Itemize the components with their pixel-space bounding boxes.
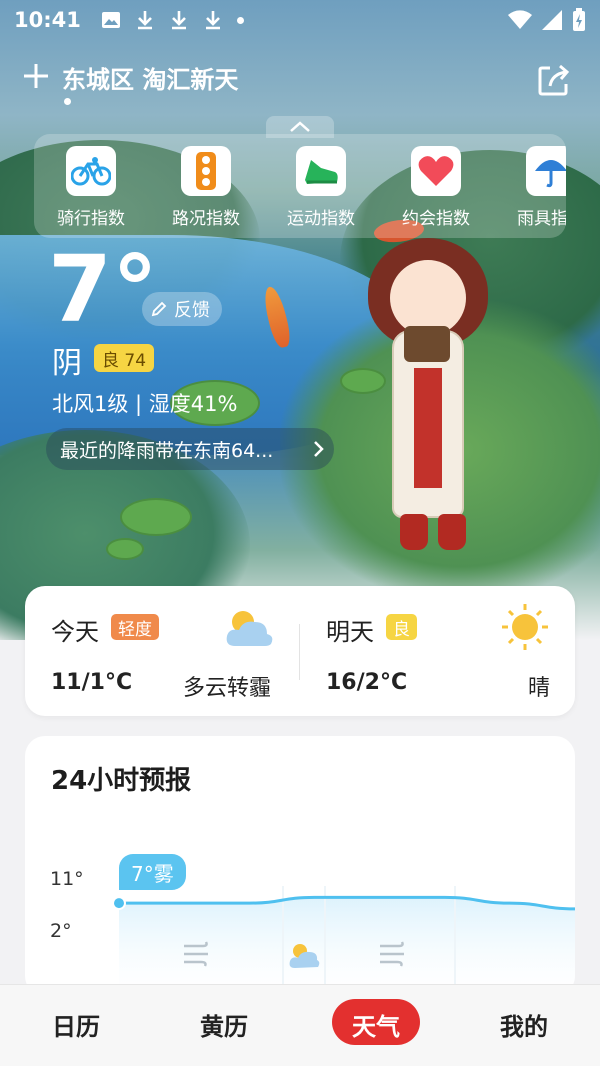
weather-condition: 阴 <box>52 346 82 381</box>
fog-icon <box>380 941 404 967</box>
running-shoe-icon <box>305 160 338 184</box>
fog-icon <box>184 941 208 967</box>
daily-forecast-card[interactable]: 今天 轻度 11/1°C 多云转霾 明天 良 16/2°C 晴 <box>25 586 575 716</box>
add-city-button[interactable] <box>20 60 52 92</box>
lily-pad <box>106 538 144 560</box>
index-item-cycling[interactable]: 骑行指数 <box>36 146 146 229</box>
gallery-icon <box>101 12 120 28</box>
download-icon <box>171 11 186 30</box>
lily-pad <box>120 498 192 536</box>
location-name[interactable]: 东城区 淘汇新天 <box>62 60 238 95</box>
nav-tab-calendar[interactable]: 日历 <box>26 1007 126 1042</box>
rain-notice-banner[interactable]: 最近的降雨带在东南64... <box>46 428 334 470</box>
tomorrow-aqi-badge: 良 <box>386 614 417 640</box>
tomorrow-desc: 晴 <box>528 676 551 701</box>
today-forecast[interactable]: 今天 轻度 11/1°C 多云转霾 <box>25 586 299 716</box>
wind-humidity: 北风1级 | 湿度41% <box>52 392 238 416</box>
tomorrow-temp: 16/2°C <box>326 670 408 695</box>
download-icon <box>137 11 152 30</box>
feedback-button[interactable]: 反馈 <box>142 292 222 326</box>
index-item-rain-gear[interactable]: 雨具指数 <box>496 146 566 229</box>
nav-tab-almanac[interactable]: 黄历 <box>174 1007 274 1042</box>
tomorrow-forecast[interactable]: 明天 良 16/2°C 晴 <box>300 586 575 716</box>
umbrella-icon <box>535 160 566 188</box>
notification-dot-icon <box>236 16 244 24</box>
today-desc: 多云转霾 <box>183 676 272 701</box>
nav-tab-mine[interactable]: 我的 <box>474 1007 574 1042</box>
bottom-navigation: 日历 黄历 天气 我的 <box>0 984 600 1066</box>
chevron-up-icon <box>290 121 310 132</box>
page-indicator-dot <box>64 98 71 105</box>
status-bar: 10:41 <box>0 0 600 40</box>
battery-icon <box>573 8 585 31</box>
index-item-sport[interactable]: 运动指数 <box>266 146 376 229</box>
download-icon <box>205 11 220 30</box>
girl-character-illustration[interactable] <box>352 215 502 558</box>
hourly-forecast-card[interactable]: 24小时预报 11° 2° 7°雾 <box>25 736 575 996</box>
edit-icon <box>151 301 167 317</box>
signal-icon <box>542 10 562 30</box>
today-temp: 11/1°C <box>51 670 133 695</box>
heart-icon <box>418 156 454 186</box>
index-item-traffic[interactable]: 路况指数 <box>151 146 261 229</box>
share-button[interactable] <box>536 62 572 98</box>
current-temperature: 7° <box>48 236 159 343</box>
current-hour-tooltip: 7°雾 <box>119 854 186 890</box>
index-item-dating[interactable]: 约会指数 <box>381 146 491 229</box>
chevron-right-icon <box>314 441 324 457</box>
tomorrow-title: 明天 <box>326 618 374 646</box>
partly-cloudy-icon <box>226 611 273 646</box>
bicycle-icon <box>71 157 111 186</box>
status-time: 10:41 <box>14 8 81 32</box>
today-aqi-badge: 轻度 <box>111 614 159 640</box>
y-tick-high: 11° <box>50 868 84 890</box>
rain-notice-text: 最近的降雨带在东南64... <box>60 439 274 462</box>
wifi-icon <box>508 10 532 29</box>
today-title: 今天 <box>51 618 99 646</box>
nav-tab-weather[interactable]: 天气 <box>326 1007 426 1042</box>
feedback-label: 反馈 <box>174 300 210 321</box>
life-index-strip[interactable]: 骑行指数 路况指数 运动指数 约会指数 雨具指数 <box>34 134 566 238</box>
sun-icon <box>502 604 548 650</box>
current-hour-point <box>112 896 126 911</box>
partly-cloudy-icon <box>289 944 320 968</box>
aqi-badge[interactable]: 良 74 <box>94 344 155 372</box>
traffic-light-icon <box>196 152 216 190</box>
y-tick-low: 2° <box>50 920 72 942</box>
location-header: 东城区 淘汇新天 <box>0 56 600 106</box>
